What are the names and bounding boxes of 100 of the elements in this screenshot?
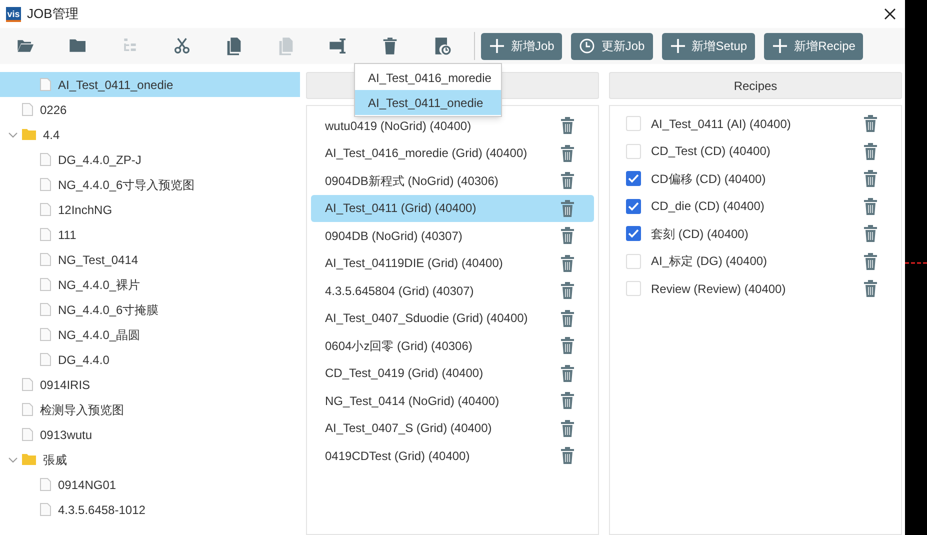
list-item[interactable]: 0419CDTest (Grid) (40400) [311,442,594,470]
file-icon [22,378,33,391]
tree-item[interactable]: 检测导入预览图 [0,397,300,422]
tree-item[interactable]: 12InchNG [0,197,300,222]
trash-icon[interactable] [864,252,877,270]
menu-item[interactable]: AI_Test_0411_onedie [355,90,501,115]
file-icon [40,328,51,341]
recipe-label: 套刻 (CD) (40400) [651,226,750,243]
trash-icon[interactable] [561,227,574,244]
tree-item[interactable]: NG_Test_0414 [0,247,300,272]
folder-icon [22,454,36,465]
file-icon [40,503,51,516]
recipe-label: CD偏移 (CD) (40400) [651,170,767,188]
trash-icon[interactable] [561,364,574,382]
file-icon [40,253,51,266]
list-item[interactable]: NG_Test_0414 (NoGrid) (40400) [311,387,594,414]
checkbox[interactable] [626,281,641,296]
trash-icon[interactable] [561,282,574,300]
checkbox[interactable] [626,171,641,186]
file-icon [40,178,51,191]
trash-icon[interactable] [561,337,574,354]
window-title: JOB管理 [27,5,78,24]
list-item[interactable]: 4.3.5.645804 (Grid) (40307) [311,277,594,304]
dashed-line [905,262,927,264]
toolbar-button[interactable]: 新增Setup [662,32,756,60]
scissors-icon[interactable] [172,36,192,56]
folder-icon [22,129,36,140]
plus-icon [489,38,505,54]
list-item[interactable]: AI_Test_04119DIE (Grid) (40400) [311,250,594,277]
file-icon [22,403,33,416]
tree-item[interactable]: AI_Test_0411_onedie [0,72,300,97]
list-item[interactable]: wutu0419 (NoGrid) (40400) [311,112,594,140]
checkbox[interactable] [626,144,641,159]
toolbar-button[interactable]: 新增Recipe [764,32,864,60]
list-item[interactable]: 0604小z回零 (Grid) (40306) [311,332,594,360]
file-icon [22,428,33,441]
tree-item[interactable]: NG_4.4.0_6寸导入预览图 [0,172,300,197]
tree-item[interactable]: DG_4.4.0 [0,347,300,372]
recipe-label: AI_标定 (DG) (40400) [651,253,768,270]
plus-icon [670,38,686,54]
tree-item[interactable]: 4.4 [0,122,300,147]
file-icon [22,103,33,116]
trash-icon[interactable] [561,392,574,410]
trash-icon[interactable] [561,144,574,162]
trash-icon[interactable] [561,172,574,190]
tree-item[interactable]: 111 [0,222,300,247]
rename-icon[interactable] [328,36,348,56]
tree-item[interactable]: 0913wutu [0,422,300,447]
trash-icon[interactable] [561,117,574,134]
recipe-label: CD_die (CD) (40400) [651,198,766,216]
trash-icon[interactable] [561,447,574,464]
tree-item[interactable]: 0914NG01 [0,472,300,497]
trash-icon[interactable] [561,200,574,217]
file-icon [40,228,51,241]
file-icon [40,278,51,291]
menu-item[interactable]: AI_Test_0416_moredie [355,65,501,90]
panel-header: Recipes [609,72,902,99]
recipe-label: Review (Review) (40400) [651,280,787,298]
list-item[interactable]: 0904DB (NoGrid) (40307) [311,222,594,250]
close-icon[interactable] [884,8,896,20]
clock-icon [579,38,596,54]
list-item[interactable]: 0904DB新程式 (NoGrid) (40306) [311,167,594,194]
list-item[interactable]: AI_Test_0416_moredie (Grid) (40400) [311,140,594,167]
trash-icon[interactable] [561,310,574,327]
checkbox[interactable] [626,116,641,132]
recipe-label: AI_Test_0411 (AI) (40400) [651,116,792,133]
trash-icon[interactable] [864,198,877,215]
file-icon [40,78,51,91]
file-icon [40,303,51,316]
trash-icon[interactable] [561,420,574,437]
tree-item[interactable]: 0226 [0,97,300,122]
list-item[interactable]: AI_Test_0407_Sduodie (Grid) (40400) [311,304,594,332]
tree-item[interactable]: NG_4.4.0_6寸掩膜 [0,297,300,322]
recipe-label: CD_Test (CD) (40400) [651,143,772,160]
checkbox[interactable] [626,198,641,214]
trash-icon[interactable] [864,142,877,160]
tree-item[interactable]: NG_4.4.0_晶圆 [0,322,300,347]
tree-item[interactable]: 0914IRIS [0,372,300,397]
chevron-icon[interactable] [8,130,18,140]
file-icon [40,353,51,366]
tree-item[interactable]: DG_4.4.0_ZP-J [0,147,300,172]
list-item[interactable]: AI_Test_0411 (Grid) (40400) [311,194,594,222]
file-icon [40,203,51,216]
chevron-icon[interactable] [8,454,18,464]
list-item[interactable]: CD_Test_0419 (Grid) (40400) [311,360,594,387]
trash-icon[interactable] [864,280,877,298]
trash-icon[interactable] [864,115,877,132]
plus-icon [772,38,788,54]
trash-icon[interactable] [561,254,574,272]
list-item[interactable]: AI_Test_0407_S (Grid) (40400) [311,414,594,442]
toolbar-button[interactable]: 更新Job [571,32,653,60]
checkbox[interactable] [626,254,641,269]
checkbox[interactable] [626,226,641,242]
toolbar-button[interactable]: 新增Job [481,32,562,60]
file-icon [40,153,51,166]
tree-item[interactable]: 張威 [0,447,300,472]
tree-item[interactable]: NG_4.4.0_裸片 [0,272,300,297]
tree-item[interactable]: 4.3.5.6458-1012 [0,497,300,522]
trash-icon[interactable] [864,225,877,242]
trash-icon[interactable] [864,170,877,188]
